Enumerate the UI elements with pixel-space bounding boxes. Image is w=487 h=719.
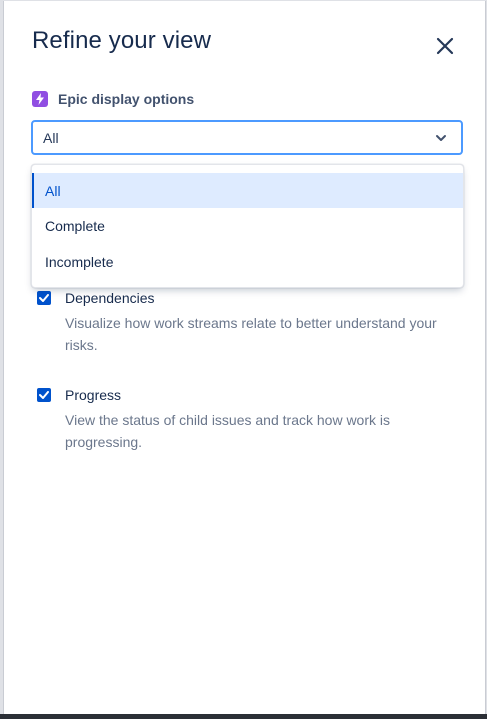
epic-display-label: Epic display options	[58, 91, 195, 107]
select-value: All	[43, 129, 59, 146]
dependencies-label: Dependencies	[65, 290, 155, 306]
lightning-icon	[32, 91, 48, 107]
checkmark-icon	[39, 294, 49, 302]
dependencies-description: Visualize how work streams relate to bet…	[65, 315, 437, 353]
checkmark-icon	[39, 391, 49, 399]
option-label: Complete	[45, 217, 105, 234]
progress-description: View the status of child issues and trac…	[65, 412, 391, 450]
dependencies-option: Dependencies Visualize how work streams …	[37, 289, 445, 356]
epic-display-select[interactable]: All	[31, 120, 463, 155]
dependencies-checkbox[interactable]	[37, 291, 51, 305]
option-label: All	[45, 182, 61, 199]
refine-view-panel: Refine your view Epic display options Al…	[3, 1, 486, 714]
option-all[interactable]: All	[32, 173, 463, 208]
option-incomplete[interactable]: Incomplete	[32, 244, 463, 279]
option-complete[interactable]: Complete	[32, 208, 463, 243]
progress-option: Progress View the status of child issues…	[37, 386, 445, 453]
close-button[interactable]	[432, 33, 458, 59]
close-icon	[436, 37, 454, 55]
chevron-down-icon	[433, 130, 449, 146]
progress-checkbox[interactable]	[37, 388, 51, 402]
option-label: Incomplete	[45, 253, 114, 270]
epic-display-label-row: Epic display options	[32, 91, 194, 107]
epic-display-dropdown-menu: All Complete Incomplete	[31, 164, 464, 288]
panel-title: Refine your view	[32, 27, 212, 54]
progress-label: Progress	[65, 387, 122, 403]
bottom-window-edge	[0, 714, 487, 719]
